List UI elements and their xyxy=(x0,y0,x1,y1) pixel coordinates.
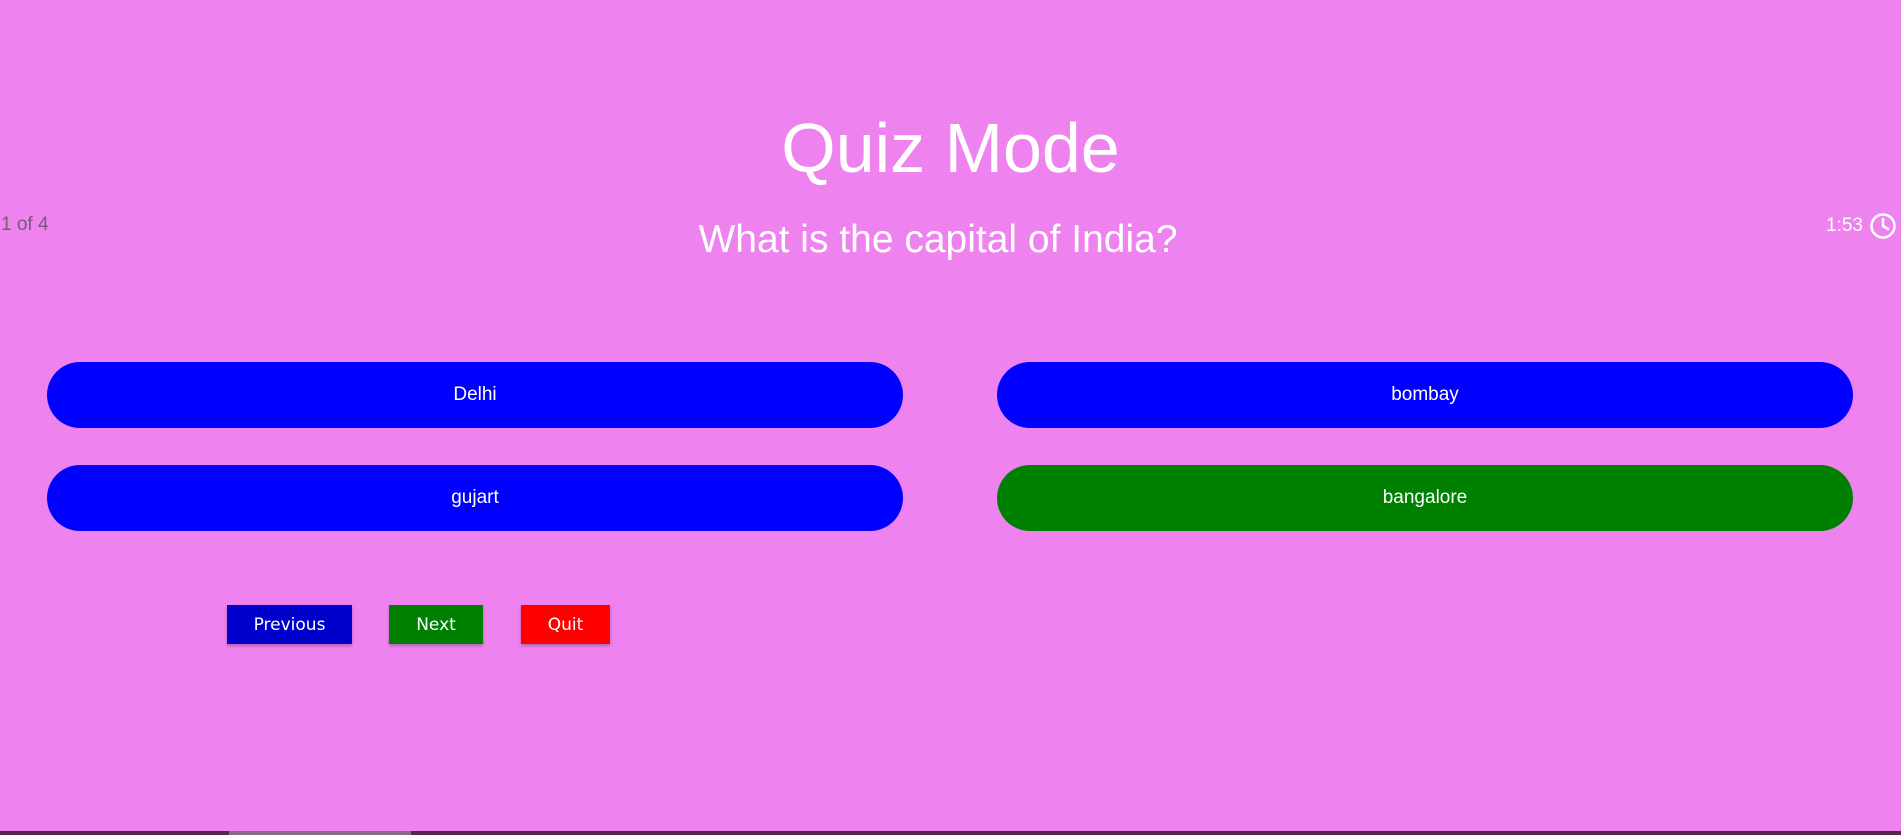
question-text: What is the capital of India? xyxy=(698,218,1178,261)
option-bangalore[interactable]: bangalore xyxy=(997,465,1853,531)
option-bombay[interactable]: bombay xyxy=(997,362,1853,428)
scrollbar-thumb[interactable] xyxy=(229,831,411,835)
option-delhi[interactable]: Delhi xyxy=(47,362,903,428)
previous-button[interactable]: Previous xyxy=(227,605,352,644)
clock-icon xyxy=(1869,212,1897,240)
option-gujart[interactable]: gujart xyxy=(47,465,903,531)
timer-value: 1:53 xyxy=(1826,215,1863,236)
quit-button[interactable]: Quit xyxy=(521,605,610,644)
timer: 1:53 xyxy=(1826,212,1897,240)
next-button[interactable]: Next xyxy=(389,605,483,644)
page-title: Quiz Mode xyxy=(781,109,1120,187)
horizontal-scrollbar[interactable] xyxy=(0,831,1901,835)
